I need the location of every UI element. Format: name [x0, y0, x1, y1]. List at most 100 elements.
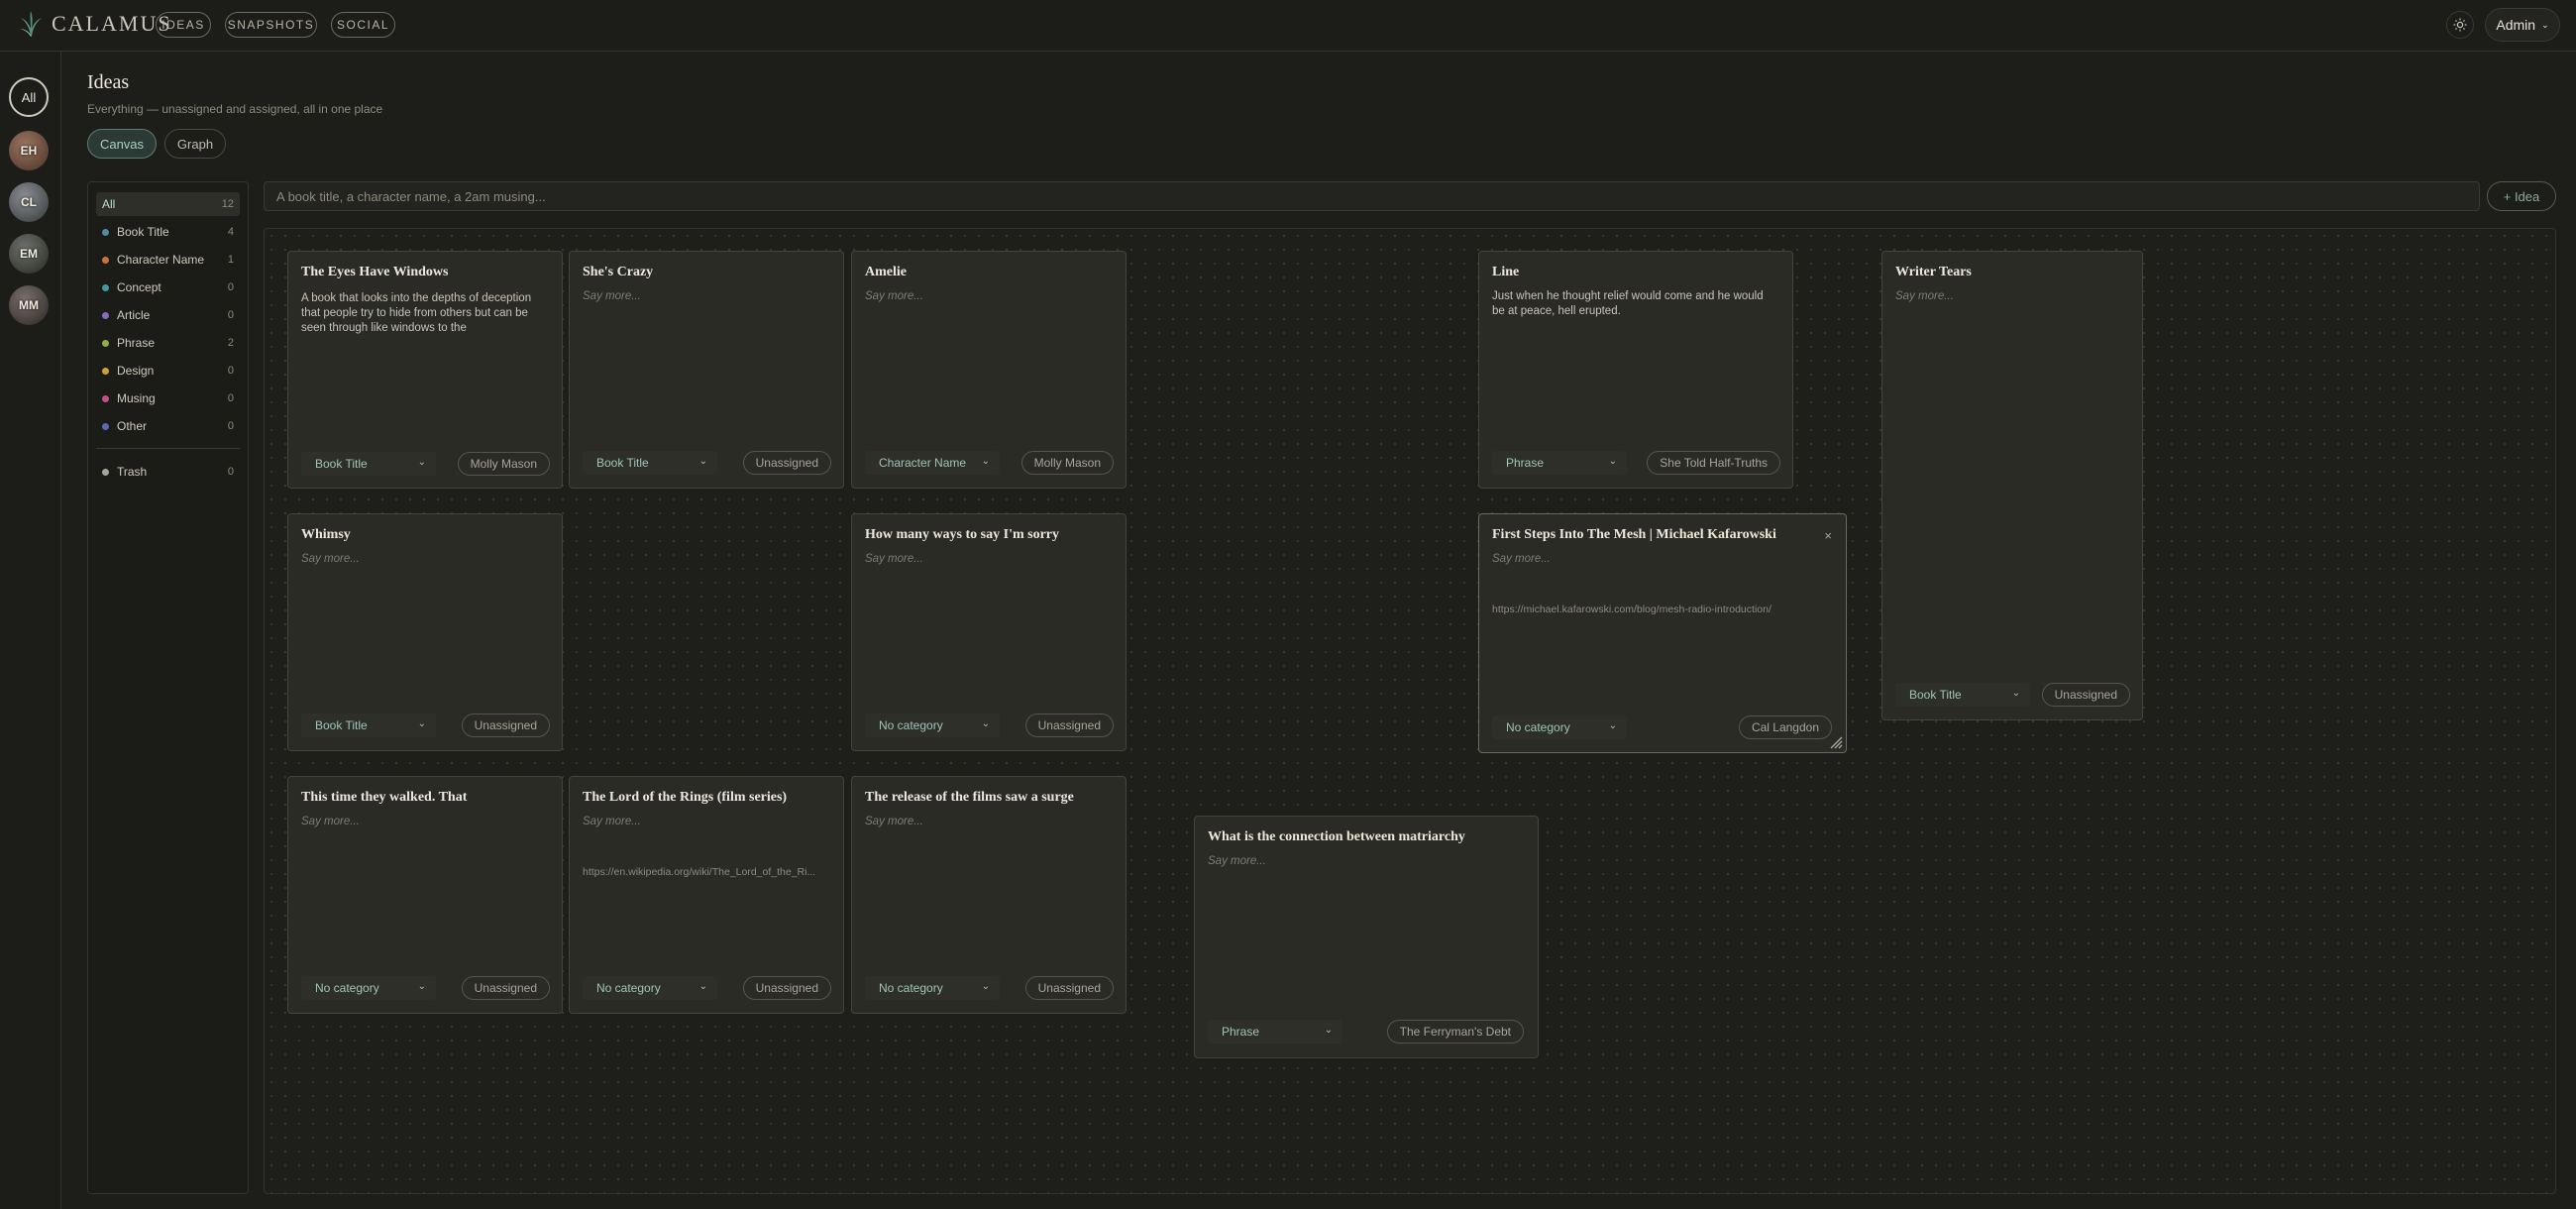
- category-select[interactable]: No category ⌄: [1492, 715, 1627, 739]
- idea-title[interactable]: Whimsy: [301, 527, 532, 543]
- category-item-other[interactable]: Other 0: [96, 414, 240, 438]
- idea-card[interactable]: She's Crazy Say more... Book Title ⌄ Una…: [569, 251, 844, 489]
- chevron-down-icon: ⌄: [1608, 456, 1617, 467]
- idea-body[interactable]: Just when he thought relief would come a…: [1492, 289, 1776, 319]
- assignee-pill[interactable]: Molly Mason: [457, 452, 550, 476]
- idea-body[interactable]: Say more...: [1895, 289, 2126, 304]
- category-item-musing[interactable]: Musing 0: [96, 386, 240, 410]
- idea-body[interactable]: Say more...: [583, 289, 827, 304]
- rail-all-button[interactable]: All: [9, 77, 49, 117]
- idea-card[interactable]: Writer Tears Say more... Book Title ⌄ Un…: [1881, 251, 2143, 720]
- assignee-pill[interactable]: Unassigned: [2041, 683, 2130, 707]
- idea-card[interactable]: Whimsy Say more... Book Title ⌄ Unassign…: [287, 513, 563, 751]
- category-select[interactable]: Book Title ⌄: [301, 714, 436, 737]
- avatar[interactable]: CL: [9, 182, 49, 222]
- user-menu-button[interactable]: Admin ⌄: [2485, 8, 2560, 42]
- tab-graph[interactable]: Graph: [164, 129, 226, 159]
- nav-snapshots[interactable]: SNAPSHOTS: [225, 12, 317, 38]
- resize-handle-icon[interactable]: [1829, 735, 1843, 749]
- idea-body[interactable]: Say more...: [1492, 552, 1830, 567]
- app-logo[interactable]: CALAMUS: [18, 10, 172, 38]
- category-item-character-name[interactable]: Character Name 1: [96, 248, 240, 272]
- category-item-concept[interactable]: Concept 0: [96, 275, 240, 299]
- idea-title[interactable]: Amelie: [865, 265, 1096, 280]
- idea-body[interactable]: A book that looks into the depths of dec…: [301, 291, 546, 338]
- idea-body[interactable]: Say more...: [583, 815, 827, 829]
- idea-card[interactable]: Amelie Say more... Character Name ⌄ Moll…: [851, 251, 1127, 489]
- category-item-book-title[interactable]: Book Title 4: [96, 220, 240, 244]
- idea-card[interactable]: This time they walked. That Say more... …: [287, 776, 563, 1014]
- idea-card[interactable]: The Eyes Have Windows A book that looks …: [287, 251, 563, 489]
- avatar[interactable]: MM: [9, 285, 49, 325]
- idea-title[interactable]: What is the connection between matriarch…: [1208, 829, 1508, 845]
- theme-toggle-button[interactable]: [2446, 11, 2474, 39]
- category-item-all[interactable]: All 12: [96, 192, 240, 216]
- idea-card[interactable]: How many ways to say I'm sorry Say more.…: [851, 513, 1127, 751]
- idea-body[interactable]: Say more...: [865, 552, 1110, 567]
- idea-card[interactable]: What is the connection between matriarch…: [1194, 816, 1539, 1058]
- idea-title[interactable]: First Steps Into The Mesh | Michael Kafa…: [1492, 527, 1816, 543]
- idea-title[interactable]: Line: [1492, 265, 1763, 280]
- idea-title[interactable]: The release of the films saw a surge: [865, 790, 1096, 806]
- assignee-pill[interactable]: Unassigned: [1024, 714, 1114, 737]
- category-select[interactable]: Phrase ⌄: [1492, 451, 1627, 475]
- idea-title[interactable]: The Lord of the Rings (film series): [583, 790, 813, 806]
- category-item-trash[interactable]: Trash 0: [96, 460, 240, 484]
- category-label: Article: [117, 308, 151, 322]
- assignee-pill[interactable]: Unassigned: [742, 451, 831, 475]
- nav-social[interactable]: SOCIAL: [331, 12, 395, 38]
- category-select[interactable]: No category ⌄: [301, 976, 436, 1000]
- idea-body[interactable]: Say more...: [1208, 854, 1522, 869]
- category-count: 0: [227, 365, 234, 377]
- close-icon[interactable]: ×: [1824, 528, 1832, 543]
- assignee-pill[interactable]: Unassigned: [461, 714, 550, 737]
- idea-card[interactable]: Line Just when he thought relief would c…: [1478, 251, 1793, 489]
- idea-body[interactable]: Say more...: [865, 815, 1110, 829]
- assignee-pill[interactable]: Unassigned: [1024, 976, 1114, 1000]
- new-idea-input[interactable]: A book title, a character name, a 2am mu…: [264, 181, 2480, 211]
- tab-canvas[interactable]: Canvas: [87, 129, 157, 159]
- idea-card[interactable]: The Lord of the Rings (film series) Say …: [569, 776, 844, 1014]
- chevron-down-icon: ⌄: [981, 456, 990, 467]
- category-select[interactable]: Book Title ⌄: [583, 451, 717, 475]
- idea-title[interactable]: Writer Tears: [1895, 265, 2112, 280]
- assignee-pill[interactable]: She Told Half-Truths: [1647, 451, 1780, 475]
- category-select[interactable]: Book Title ⌄: [301, 452, 436, 476]
- category-item-design[interactable]: Design 0: [96, 359, 240, 383]
- category-count: 12: [221, 198, 234, 210]
- avatar[interactable]: EH: [9, 131, 49, 170]
- add-idea-button[interactable]: + Idea: [2487, 181, 2556, 211]
- assignee-pill[interactable]: The Ferryman's Debt: [1386, 1020, 1524, 1044]
- assignee-pill[interactable]: Molly Mason: [1020, 451, 1114, 475]
- assignee-pill[interactable]: Unassigned: [742, 976, 831, 1000]
- idea-link[interactable]: https://en.wikipedia.org/wiki/The_Lord_o…: [583, 866, 829, 878]
- idea-body[interactable]: Say more...: [865, 289, 1110, 304]
- idea-title[interactable]: She's Crazy: [583, 265, 813, 280]
- category-count: 2: [227, 337, 234, 349]
- avatar[interactable]: EM: [9, 234, 49, 274]
- idea-body[interactable]: Say more...: [301, 815, 546, 829]
- idea-title[interactable]: How many ways to say I'm sorry: [865, 527, 1096, 543]
- assignee-pill[interactable]: Unassigned: [461, 976, 550, 1000]
- assignee-pill[interactable]: Cal Langdon: [1738, 715, 1832, 739]
- category-select[interactable]: No category ⌄: [583, 976, 717, 1000]
- idea-card-selected[interactable]: First Steps Into The Mesh | Michael Kafa…: [1478, 513, 1847, 753]
- idea-link[interactable]: https://michael.kafarowski.com/blog/mesh…: [1492, 604, 1832, 615]
- idea-title[interactable]: The Eyes Have Windows: [301, 265, 532, 280]
- category-label: All: [102, 197, 116, 211]
- ideas-canvas[interactable]: The Eyes Have Windows A book that looks …: [264, 228, 2556, 1194]
- category-item-phrase[interactable]: Phrase 2: [96, 331, 240, 355]
- category-select[interactable]: Phrase ⌄: [1208, 1020, 1342, 1044]
- category-select[interactable]: No category ⌄: [865, 714, 1000, 737]
- idea-body[interactable]: Say more...: [301, 552, 546, 567]
- category-select[interactable]: Book Title ⌄: [1895, 683, 2030, 707]
- category-dot-icon: [102, 339, 109, 347]
- category-dot-icon: [102, 283, 109, 291]
- nav-ideas[interactable]: IDEAS: [156, 12, 211, 38]
- category-select[interactable]: No category ⌄: [865, 976, 1000, 1000]
- category-select[interactable]: Character Name ⌄: [865, 451, 1000, 475]
- idea-title[interactable]: This time they walked. That: [301, 790, 532, 806]
- category-dot-icon: [102, 256, 109, 264]
- category-item-article[interactable]: Article 0: [96, 303, 240, 327]
- idea-card[interactable]: The release of the films saw a surge Say…: [851, 776, 1127, 1014]
